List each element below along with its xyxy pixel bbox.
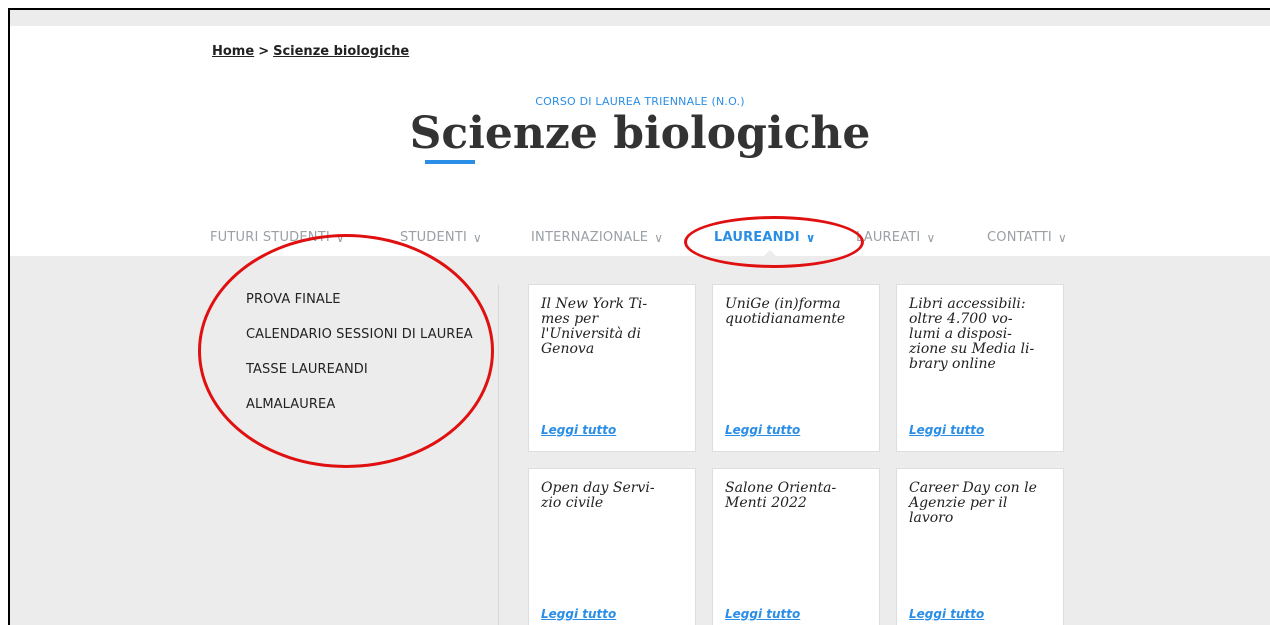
nav-item-studenti[interactable]: STUDENTI ∨ bbox=[400, 230, 482, 245]
read-more-link[interactable]: Leggi tutto bbox=[909, 423, 984, 437]
page-title: Scienze biologiche bbox=[409, 108, 871, 159]
chevron-down-icon: ∨ bbox=[473, 230, 483, 245]
nav-label: LAUREATI bbox=[856, 230, 921, 245]
nav-label: CONTATTI bbox=[987, 230, 1052, 245]
annotation-ellipse-laureandi bbox=[684, 216, 864, 268]
news-card-title: Libri accessibili: oltre 4.700 vo-lumi a … bbox=[909, 296, 1035, 372]
title-accent-underline bbox=[425, 160, 475, 164]
read-more-link[interactable]: Leggi tutto bbox=[725, 607, 800, 621]
news-card[interactable]: Salone Orienta- Menti 2022 Leggi tutto bbox=[712, 468, 880, 625]
nav-item-contatti[interactable]: CONTATTI ∨ bbox=[987, 230, 1067, 245]
read-more-link[interactable]: Leggi tutto bbox=[909, 607, 984, 621]
news-card-title: Salone Orienta- Menti 2022 bbox=[725, 480, 837, 511]
breadcrumb: Home > Scienze biologiche bbox=[212, 44, 409, 59]
nav-label: STUDENTI bbox=[400, 230, 468, 245]
nav-item-internazionale[interactable]: INTERNAZIONALE ∨ bbox=[531, 230, 663, 245]
read-more-link[interactable]: Leggi tutto bbox=[725, 423, 800, 437]
news-card-title: UniGe (in)forma quotidianamente bbox=[725, 296, 846, 327]
news-card[interactable]: Career Day con le Agenzie per il lavoro Le… bbox=[896, 468, 1064, 625]
top-strip bbox=[10, 10, 1270, 26]
news-card[interactable]: Il New York Ti-mes per l'Università di Gen… bbox=[528, 284, 696, 452]
read-more-link[interactable]: Leggi tutto bbox=[541, 607, 616, 621]
news-card-title: Open day Servi-zio civile bbox=[541, 480, 655, 511]
breadcrumb-separator: > bbox=[258, 44, 270, 59]
main-nav: FUTURI STUDENTI ∨ STUDENTI ∨ INTERNAZION… bbox=[10, 215, 1270, 255]
breadcrumb-home-link[interactable]: Home bbox=[212, 44, 254, 59]
course-type-label: CORSO DI LAUREA TRIENNALE (N.O.) bbox=[535, 95, 745, 108]
news-card-title: Il New York Ti-mes per l'Università di Gen… bbox=[541, 296, 648, 357]
nav-label: INTERNAZIONALE bbox=[531, 230, 649, 245]
panel-divider bbox=[498, 285, 499, 625]
chevron-down-icon: ∨ bbox=[926, 230, 936, 245]
browser-frame: Home > Scienze biologiche CORSO DI LAUREA … bbox=[8, 8, 1270, 625]
read-more-link[interactable]: Leggi tutto bbox=[541, 423, 616, 437]
nav-item-laureati[interactable]: LAUREATI ∨ bbox=[856, 230, 935, 245]
news-card[interactable]: UniGe (in)forma quotidianamente Leggi tut… bbox=[712, 284, 880, 452]
annotation-ellipse-submenu bbox=[198, 234, 494, 468]
chevron-down-icon: ∨ bbox=[654, 230, 664, 245]
news-card[interactable]: Libri accessibili: oltre 4.700 vo-lumi a … bbox=[896, 284, 1064, 452]
news-card[interactable]: Open day Servi-zio civile Leggi tutto bbox=[528, 468, 696, 625]
breadcrumb-current-link[interactable]: Scienze biologiche bbox=[273, 44, 409, 59]
chevron-down-icon: ∨ bbox=[1057, 230, 1067, 245]
news-card-title: Career Day con le Agenzie per il lavoro bbox=[909, 480, 1037, 526]
